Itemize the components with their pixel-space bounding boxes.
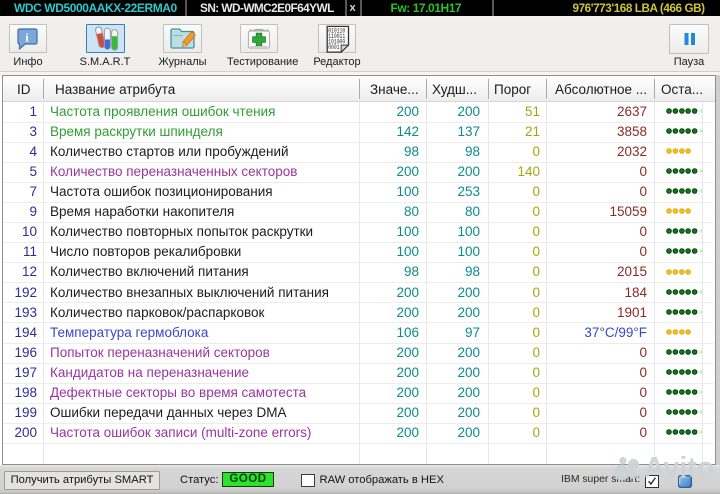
svg-text:0001: 0001 (328, 44, 340, 51)
